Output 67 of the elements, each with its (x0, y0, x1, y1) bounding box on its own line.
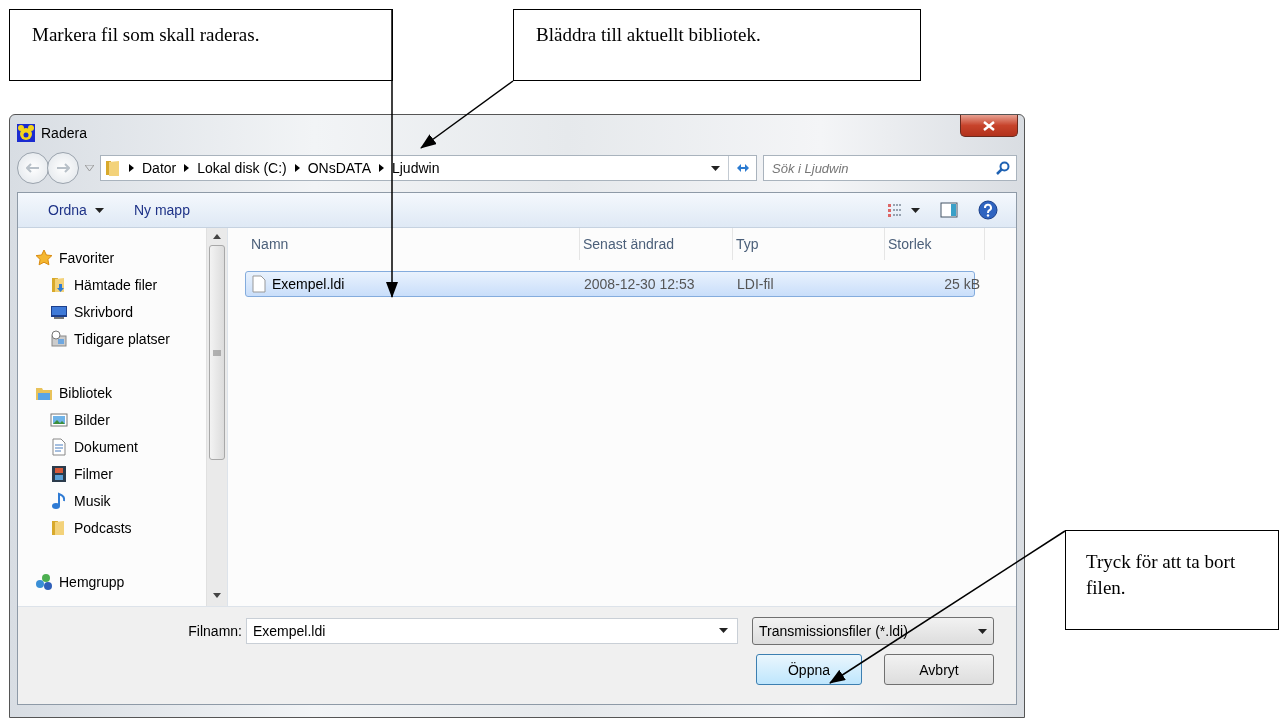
table-cell-text: 2008-12-30 12:53 (583, 276, 696, 292)
dropdown-caret-icon (94, 207, 104, 213)
nav-item[interactable]: Musik (35, 487, 206, 514)
help-button[interactable] (978, 200, 998, 220)
table-cell: Exempel.ldi (246, 275, 578, 293)
callout-note: Tryck för att ta bort filen. (1065, 530, 1279, 630)
breadcrumb-item[interactable]: Dator (142, 160, 177, 176)
back-arrow-icon (26, 163, 40, 173)
dropdown-caret-icon (911, 207, 920, 213)
open-button[interactable]: Öppna (756, 654, 862, 685)
toolbar-button[interactable]: Ordna (48, 202, 104, 218)
breadcrumb-arrow-icon[interactable] (378, 164, 384, 172)
dropdown-caret-icon (978, 628, 987, 634)
breadcrumb-arrow-icon[interactable] (129, 164, 134, 172)
network-icon (35, 572, 53, 591)
search-field[interactable]: Sök i Ljudwin (763, 155, 1017, 181)
file-icon (252, 275, 266, 293)
toolbar-button[interactable]: Ny mapp (133, 202, 190, 218)
dropdown-caret-icon (711, 165, 720, 171)
breadcrumb-item[interactable]: ONsDATA (307, 160, 371, 176)
cancel-button[interactable]: Avbryt (884, 654, 994, 685)
nav-item[interactable]: Dokument (35, 433, 206, 460)
breadcrumb-item[interactable]: Ljudwin (391, 160, 440, 176)
table-cell-text: 25 kB (943, 276, 981, 292)
close-button[interactable] (960, 115, 1018, 137)
scroll-down-icon[interactable] (213, 593, 221, 598)
table-cell-text: LDI-fil (736, 276, 775, 292)
nav-item[interactable]: Hemgrupp (35, 568, 206, 595)
dropdown-caret-icon (719, 628, 728, 633)
star-icon (35, 248, 53, 267)
nav-item[interactable]: Tidigare platser (35, 325, 206, 352)
grip-icon (213, 349, 221, 356)
filename-label: Filnamn: (188, 623, 242, 639)
picture-icon (50, 410, 68, 429)
file-type-dropdown[interactable]: Transmissionsfiler (*.ldi) (752, 617, 994, 645)
column-header[interactable]: Typ (733, 228, 885, 260)
app-logo-icon (17, 124, 35, 142)
nav-item[interactable]: Filmer (35, 460, 206, 487)
music-note-icon (50, 491, 68, 510)
nav-item[interactable]: Favoriter (35, 244, 206, 271)
close-icon (983, 120, 995, 131)
breadcrumb-arrow-icon[interactable] (184, 164, 190, 172)
forward-arrow-icon (56, 163, 70, 173)
filename-field[interactable]: Exempel.ldi (246, 618, 738, 644)
preview-pane-button[interactable] (940, 202, 958, 218)
column-header[interactable]: Storlek (885, 228, 985, 260)
nav-item[interactable]: Hämtade filer (35, 271, 206, 298)
column-header[interactable]: Namn (248, 228, 580, 260)
nav-item[interactable]: Skrivbord (35, 298, 206, 325)
breadcrumb-arrow-icon[interactable] (294, 164, 300, 172)
document-icon (50, 437, 68, 456)
address-bar[interactable]: Dator Lokal disk (C:) ONsDATA Ljudwin (100, 155, 757, 181)
film-icon (50, 464, 68, 483)
nav-item[interactable]: Podcasts (35, 514, 206, 541)
view-options-button[interactable] (887, 203, 920, 217)
search-icon[interactable] (996, 161, 1010, 175)
scrollbar[interactable] (206, 228, 227, 606)
scroll-up-icon[interactable] (213, 234, 221, 239)
callout-note: Markera fil som skall raderas. (9, 9, 393, 81)
nav-item[interactable]: Bibliotek (35, 379, 206, 406)
folder-icon (105, 159, 121, 177)
callout-note: Bläddra till aktuellt bibliotek. (513, 9, 921, 81)
breadcrumb-item[interactable]: Lokal disk (C:) (197, 160, 287, 176)
column-header[interactable]: Senast ändrad (580, 228, 733, 260)
window-title: Radera (41, 125, 88, 141)
clock-folder-icon (50, 329, 68, 348)
nav-item[interactable]: Bilder (35, 406, 206, 433)
